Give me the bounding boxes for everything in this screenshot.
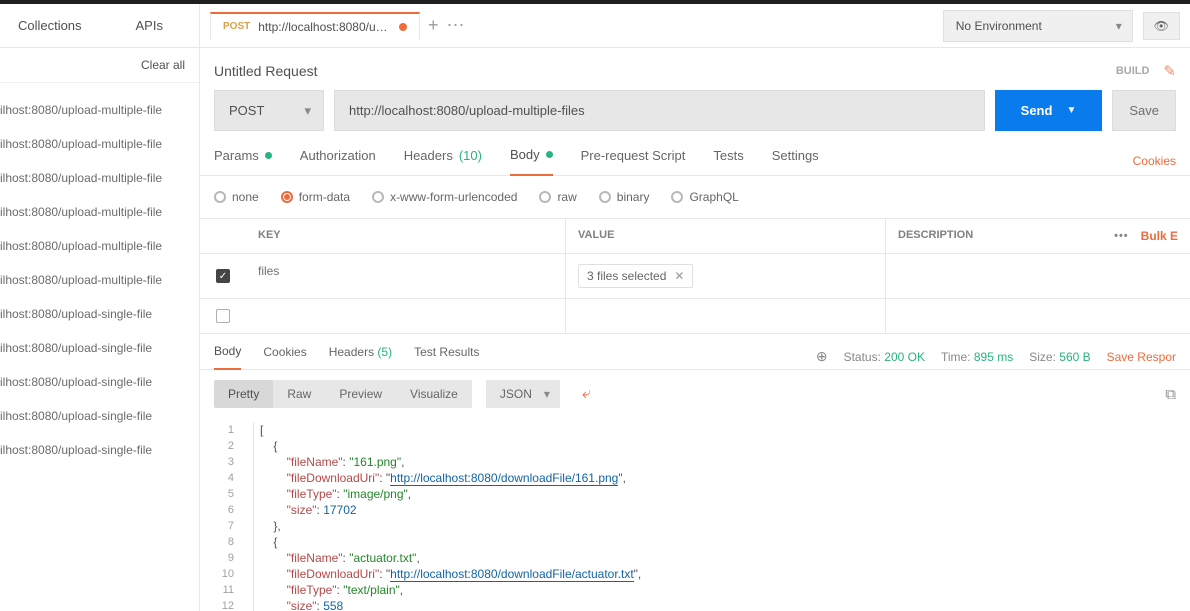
description-input[interactable] (886, 299, 1100, 333)
wrap-lines-button[interactable]: ⤶ (574, 381, 599, 407)
tab-body[interactable]: Body (510, 147, 553, 176)
key-input[interactable]: files (246, 254, 566, 298)
history-item[interactable]: ilhost:8080/upload-single-file (0, 365, 199, 399)
body-type-form-data[interactable]: form-data (281, 190, 350, 204)
tab-bar: POST http://localhost:8080/upload-... + … (200, 4, 1190, 48)
row-checkbox[interactable] (216, 309, 230, 323)
sidebar: Collections APIs Clear all ilhost:8080/u… (0, 4, 200, 611)
clear-files-icon[interactable]: ✕ (674, 269, 684, 283)
tab-params[interactable]: Params (214, 148, 272, 175)
body-indicator-icon (546, 151, 553, 158)
dirty-indicator-icon (399, 23, 407, 31)
row-checkbox[interactable]: ✓ (216, 269, 230, 283)
method-badge: POST (223, 21, 250, 32)
tab-more-button[interactable]: ⋯ (447, 15, 465, 36)
column-description: DESCRIPTION (886, 219, 1100, 253)
tab-settings[interactable]: Settings (772, 148, 819, 175)
method-select[interactable]: POST (214, 90, 324, 131)
request-title[interactable]: Untitled Request (214, 63, 318, 79)
tab-title: http://localhost:8080/upload-... (258, 20, 391, 34)
view-preview[interactable]: Preview (325, 380, 396, 408)
radio-icon (599, 191, 611, 203)
history-item[interactable]: ilhost:8080/upload-multiple-file (0, 229, 199, 263)
chevron-down-icon: ▼ (1066, 105, 1076, 116)
body-type-binary[interactable]: binary (599, 190, 650, 204)
radio-icon (214, 191, 226, 203)
clear-all-button[interactable]: Clear all (141, 58, 185, 72)
response-tab-cookies[interactable]: Cookies (263, 345, 306, 369)
history-item[interactable]: ilhost:8080/upload-single-file (0, 331, 199, 365)
save-button[interactable]: Save (1112, 90, 1176, 131)
save-response-button[interactable]: Save Respor (1107, 350, 1176, 364)
body-type-raw[interactable]: raw (539, 190, 576, 204)
tab-prerequest[interactable]: Pre-request Script (581, 148, 686, 175)
size-meta: Size: 560 B (1029, 350, 1090, 364)
network-icon[interactable]: ⊕ (816, 348, 828, 365)
history-item[interactable]: ilhost:8080/upload-single-file (0, 399, 199, 433)
body-type-x-www-form-urlencoded[interactable]: x-www-form-urlencoded (372, 190, 517, 204)
view-raw[interactable]: Raw (273, 380, 325, 408)
history-item[interactable]: ilhost:8080/upload-multiple-file (0, 161, 199, 195)
history-item[interactable]: ilhost:8080/upload-multiple-file (0, 127, 199, 161)
request-tab[interactable]: POST http://localhost:8080/upload-... (210, 12, 420, 40)
column-key: KEY (246, 219, 566, 253)
copy-button[interactable]: ⧉ (1165, 386, 1176, 403)
radio-icon (539, 191, 551, 203)
history-item[interactable]: ilhost:8080/upload-single-file (0, 297, 199, 331)
send-label: Send (1021, 103, 1053, 118)
description-input[interactable] (886, 254, 1100, 298)
new-tab-button[interactable]: + (428, 15, 439, 36)
view-pretty[interactable]: Pretty (214, 380, 273, 408)
tab-authorization[interactable]: Authorization (300, 148, 376, 175)
response-tab-test-results[interactable]: Test Results (414, 345, 479, 369)
table-options-button[interactable]: ••• (1114, 230, 1129, 242)
environment-select[interactable]: No Environment (943, 10, 1133, 42)
response-body[interactable]: 1[2 {3 "fileName": "161.png",4 "fileDown… (200, 418, 1190, 611)
view-visualize[interactable]: Visualize (396, 380, 472, 408)
sidebar-tab-collections[interactable]: Collections (0, 4, 100, 47)
send-button[interactable]: Send ▼ (995, 90, 1103, 131)
comments-icon[interactable]: ✎ (1163, 62, 1176, 80)
body-type-none[interactable]: none (214, 190, 259, 204)
tab-tests[interactable]: Tests (713, 148, 743, 175)
body-type-GraphQL[interactable]: GraphQL (671, 190, 738, 204)
table-row-empty (200, 299, 1190, 333)
status-meta: Status: 200 OK (844, 350, 925, 364)
body-type-selector: none form-data x-www-form-urlencoded raw bin… (200, 176, 1190, 219)
history-item[interactable]: ilhost:8080/upload-multiple-file (0, 93, 199, 127)
radio-icon (281, 191, 293, 203)
form-data-table: KEY VALUE DESCRIPTION ••• Bulk E ✓ files … (200, 219, 1190, 334)
time-meta: Time: 895 ms (941, 350, 1013, 364)
column-value: VALUE (566, 219, 886, 253)
history-item[interactable]: ilhost:8080/upload-single-file (0, 433, 199, 467)
history-list[interactable]: ilhost:8080/upload-multiple-fileilhost:8… (0, 83, 199, 611)
value-input[interactable] (566, 299, 886, 333)
build-mode-button[interactable]: BUILD (1116, 65, 1150, 77)
format-select[interactable]: JSON (486, 380, 560, 408)
radio-icon (372, 191, 384, 203)
tab-headers[interactable]: Headers (10) (404, 148, 482, 175)
cookies-link[interactable]: Cookies (1133, 154, 1176, 168)
params-indicator-icon (265, 152, 272, 159)
url-input[interactable] (334, 90, 985, 131)
value-input[interactable]: 3 files selected✕ (566, 254, 886, 298)
history-item[interactable]: ilhost:8080/upload-multiple-file (0, 263, 199, 297)
response-tab-body[interactable]: Body (214, 344, 241, 370)
key-input[interactable] (246, 299, 566, 333)
environment-quicklook-button[interactable]: 👁 (1143, 12, 1180, 40)
view-mode-group: PrettyRawPreviewVisualize (214, 380, 472, 408)
history-item[interactable]: ilhost:8080/upload-multiple-file (0, 195, 199, 229)
radio-icon (671, 191, 683, 203)
table-row: ✓ files 3 files selected✕ (200, 254, 1190, 299)
bulk-edit-button[interactable]: Bulk E (1141, 229, 1178, 243)
response-tab-headers[interactable]: Headers (5) (329, 345, 392, 369)
eye-icon: 👁 (1154, 19, 1169, 33)
sidebar-tab-apis[interactable]: APIs (100, 4, 200, 47)
